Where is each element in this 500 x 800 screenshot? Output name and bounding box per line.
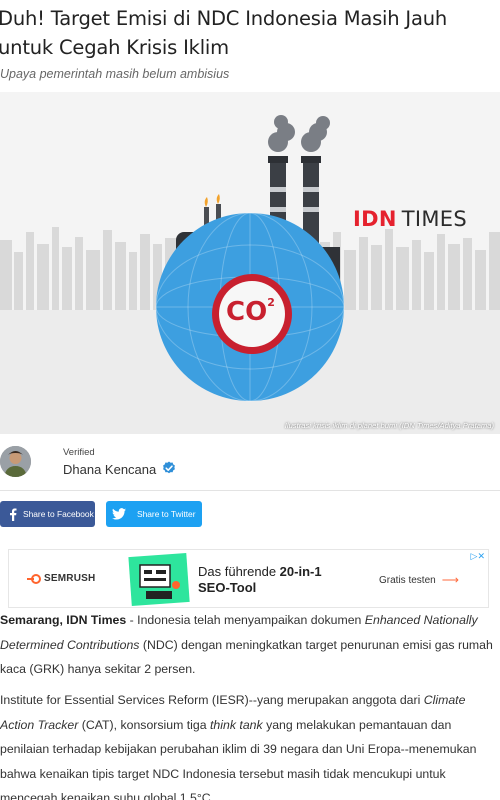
share-twitter-label: Share to Twitter [137, 509, 196, 519]
ad-illustration [128, 553, 190, 606]
author-name[interactable]: Dhana Kencana [63, 462, 156, 477]
paragraph-text: - Indonesia telah menyampaikan dokumen [126, 613, 365, 627]
paragraph-italic: think tank [210, 717, 263, 732]
arrow-right-icon: ⟶ [441, 573, 459, 587]
ad-choices-icon[interactable]: ▷✕ [471, 551, 485, 562]
ad-headline-bold: 20-in-1 [279, 564, 322, 579]
co2-subscript: 2 [267, 296, 275, 310]
share-twitter-button[interactable]: Share to Twitter [106, 501, 202, 527]
logo-idn: IDN [353, 207, 397, 231]
climate-illustration [0, 115, 500, 434]
semrush-brand: SEMRUSH [44, 573, 96, 584]
semrush-flame-icon [27, 573, 41, 584]
share-facebook-label: Share to Facebook [23, 509, 94, 519]
facebook-icon [3, 508, 23, 521]
ad-cta-link[interactable]: Gratis testen ⟶ [379, 573, 459, 587]
avatar[interactable] [0, 446, 31, 477]
article-title: Duh! Target Emisi di NDC Indonesia Masih… [0, 7, 448, 59]
image-caption: Ilustrasi krisis iklim di planet bumi (I… [284, 421, 494, 430]
article-paragraph-2: Institute for Essential Services Reform … [0, 688, 500, 800]
author-block: Verified Dhana Kencana [0, 440, 500, 492]
article-paragraph-1: Semarang, IDN Times - Indonesia telah me… [0, 608, 500, 682]
advertisement[interactable]: ▷✕ SEMRUSH Das führende 20-in-1 SEO-Tool… [8, 549, 489, 608]
co2-label: CO [226, 297, 268, 327]
paragraph-text: (CAT), konsorsium tiga [78, 717, 211, 732]
hero-illustration: CO2 IDN TIMES Ilustrasi krisis iklim di p… [0, 92, 500, 434]
verified-check-icon [163, 461, 175, 474]
co2-text: CO2 [226, 296, 275, 327]
ad-headline: Das führende 20-in-1 SEO-Tool [198, 564, 322, 596]
ad-headline-line2: SEO-Tool [198, 580, 257, 595]
article-subtitle: Upaya pemerintah masih belum ambisius [0, 67, 230, 81]
ad-cta-label: Gratis testen [379, 574, 436, 586]
share-facebook-button[interactable]: Share to Facebook [0, 501, 95, 527]
semrush-logo: SEMRUSH [27, 573, 95, 584]
twitter-icon [109, 508, 129, 520]
dateline: Semarang, IDN Times [0, 613, 127, 627]
ad-headline-prefix: Das führende [198, 564, 280, 579]
verified-label: Verified [63, 447, 95, 458]
idn-times-logo: IDN TIMES [353, 207, 467, 237]
paragraph-text: Institute for Essential Services Reform … [0, 693, 424, 707]
smoke [268, 115, 330, 152]
divider [0, 490, 500, 491]
logo-times: TIMES [401, 207, 467, 231]
